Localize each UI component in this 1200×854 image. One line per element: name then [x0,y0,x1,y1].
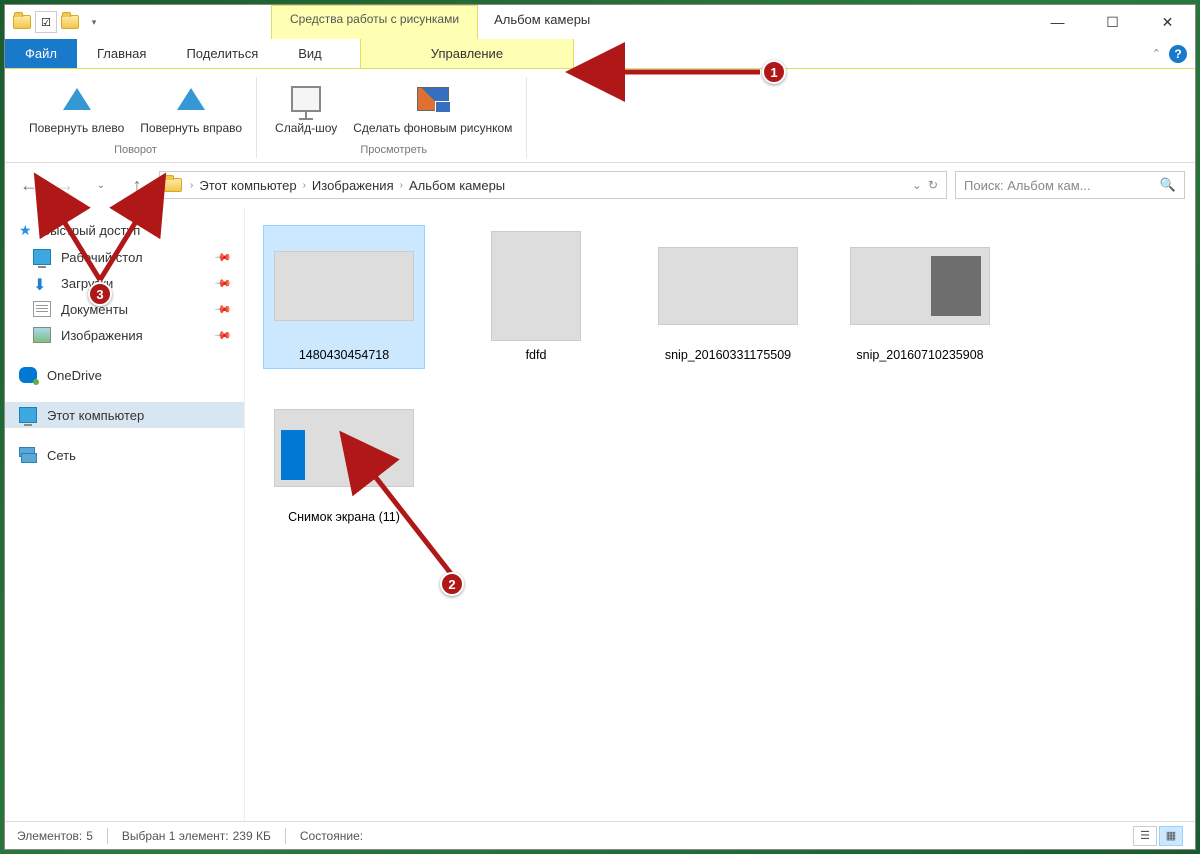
tab-manage[interactable]: Управление [360,39,574,68]
set-wallpaper-button[interactable]: Сделать фоновым рисунком [347,77,518,140]
thumbnail-icon [491,231,581,341]
sidebar-onedrive[interactable]: OneDrive [5,362,244,388]
quick-access-toolbar: ☑ ▾ [5,5,111,39]
chevron-right-icon[interactable]: › [188,180,195,191]
tab-share[interactable]: Поделиться [166,39,278,68]
file-name: 1480430454718 [299,347,389,363]
file-item[interactable]: snip_20160710235908 [839,225,1001,369]
file-item[interactable]: Снимок экрана (11) [263,387,425,531]
wallpaper-icon [417,87,449,111]
file-list[interactable]: 1480430454718 fdfd snip_20160331175509 s… [245,207,1195,821]
address-dropdown-icon[interactable]: ⌄ [912,178,922,192]
recent-locations-icon[interactable]: ⌄ [87,171,115,199]
file-name: snip_20160710235908 [856,347,983,363]
pictures-icon [33,327,51,343]
titlebar: ☑ ▾ Средства работы с рисунками Альбом к… [5,5,1195,39]
address-bar: ← → ⌄ ↑ › Этот компьютер › Изображения ›… [5,163,1195,207]
search-icon: 🔍 [1160,177,1176,193]
view-mode-buttons: ☰ ▦ [1133,826,1183,846]
tab-view[interactable]: Вид [278,39,342,68]
status-selected-size: 239 КБ [233,829,271,843]
ribbon-tabs: Файл Главная Поделиться Вид Управление ⌃… [5,39,1195,69]
close-button[interactable]: ✕ [1140,5,1195,39]
slideshow-icon [291,86,321,112]
ribbon-group-label: Просмотреть [360,144,427,158]
search-placeholder: Поиск: Альбом кам... [964,178,1090,193]
window-title: Альбом камеры [478,5,606,39]
forward-button[interactable]: → [51,171,79,199]
rotate-left-button[interactable]: Повернуть влево [23,77,130,140]
status-items-label: Элементов: [17,829,82,843]
file-item[interactable]: fdfd [455,225,617,369]
ribbon-collapse-icon[interactable]: ⌃ [1152,47,1161,60]
file-name: Снимок экрана (11) [288,509,400,525]
slideshow-button[interactable]: Слайд-шоу [269,77,343,140]
back-button[interactable]: ← [15,171,43,199]
refresh-icon[interactable]: ↻ [928,178,938,192]
search-input[interactable]: Поиск: Альбом кам... 🔍 [955,171,1185,199]
file-name: snip_20160331175509 [665,347,791,363]
breadcrumb-item[interactable]: Этот компьютер [195,178,300,193]
thumbnails-view-button[interactable]: ▦ [1159,826,1183,846]
thumbnail-icon [850,247,990,325]
rotate-left-icon [63,88,91,110]
ribbon-group-view: Слайд-шоу Сделать фоновым рисунком Просм… [261,77,527,158]
thumbnail-icon [274,251,414,321]
pin-icon: 📌 [214,300,233,319]
help-icon[interactable]: ? [1169,45,1187,63]
status-bar: Элементов: 5 Выбран 1 элемент: 239 КБ Со… [5,821,1195,849]
folder-icon [11,11,33,33]
sidebar-this-pc[interactable]: Этот компьютер [5,402,244,428]
sidebar-pictures[interactable]: Изображения 📌 [5,322,244,348]
star-icon: ★ [19,222,32,239]
pin-icon: 📌 [214,326,233,345]
details-view-button[interactable]: ☰ [1133,826,1157,846]
explorer-body: ★ Быстрый доступ Рабочий стол 📌 ⬇ Загруз… [5,207,1195,821]
maximize-button[interactable]: ☐ [1085,5,1140,39]
onedrive-icon [19,367,37,383]
status-items-count: 5 [86,829,93,843]
contextual-tab-header: Средства работы с рисунками [271,5,478,39]
sidebar-desktop[interactable]: Рабочий стол 📌 [5,244,244,270]
status-selected-label: Выбран 1 элемент: [122,829,229,843]
properties-icon[interactable]: ☑ [35,11,57,33]
tab-home[interactable]: Главная [77,39,166,68]
chevron-right-icon[interactable]: › [398,180,405,191]
up-button[interactable]: ↑ [123,171,151,199]
sidebar-network[interactable]: Сеть [5,442,244,468]
file-name: fdfd [526,347,547,363]
status-state-label: Состояние: [300,829,363,843]
folder-icon [164,178,182,192]
breadcrumb-item[interactable]: Изображения [308,178,398,193]
file-item[interactable]: snip_20160331175509 [647,225,809,369]
ribbon: Повернуть влево Повернуть вправо Поворот… [5,69,1195,163]
explorer-window: ☑ ▾ Средства работы с рисунками Альбом к… [4,4,1196,850]
thumbnail-icon [658,247,798,325]
pin-icon: 📌 [214,274,233,293]
pin-icon: 📌 [214,248,233,267]
window-controls: — ☐ ✕ [1030,5,1195,39]
qat-dropdown-icon[interactable]: ▾ [83,11,105,33]
thumbnail-icon [274,409,414,487]
downloads-icon: ⬇ [33,275,51,291]
folder-icon-2[interactable] [59,11,81,33]
tab-file[interactable]: Файл [5,39,77,68]
file-item[interactable]: 1480430454718 [263,225,425,369]
chevron-right-icon[interactable]: › [301,180,308,191]
rotate-right-button[interactable]: Повернуть вправо [134,77,248,140]
breadcrumb-item[interactable]: Альбом камеры [405,178,509,193]
this-pc-icon [19,407,37,423]
documents-icon [33,301,51,317]
rotate-right-icon [177,88,205,110]
sidebar-downloads[interactable]: ⬇ Загрузки 📌 [5,270,244,296]
navigation-pane: ★ Быстрый доступ Рабочий стол 📌 ⬇ Загруз… [5,207,245,821]
minimize-button[interactable]: — [1030,5,1085,39]
sidebar-quick-access[interactable]: ★ Быстрый доступ [5,217,244,244]
desktop-icon [33,249,51,265]
network-icon [19,447,37,463]
sidebar-documents[interactable]: Документы 📌 [5,296,244,322]
breadcrumb-bar[interactable]: › Этот компьютер › Изображения › Альбом … [159,171,947,199]
ribbon-group-label: Поворот [114,144,157,158]
ribbon-group-rotate: Повернуть влево Повернуть вправо Поворот [15,77,257,158]
